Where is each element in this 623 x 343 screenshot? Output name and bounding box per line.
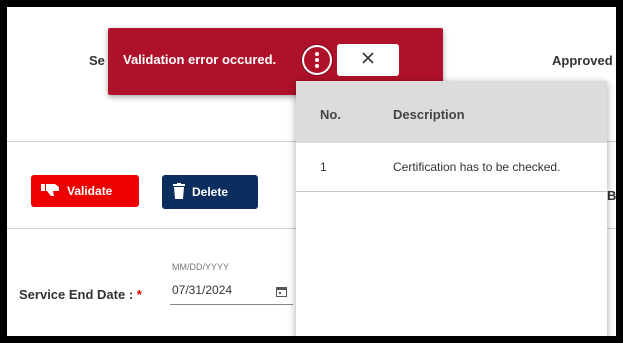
service-end-date-input[interactable]: 07/31/2024 xyxy=(172,283,232,297)
trash-icon xyxy=(172,182,186,202)
validate-button[interactable]: Validate xyxy=(31,175,139,207)
toast-message: Validation error occured. xyxy=(123,52,277,67)
page-frame: Se Approved Validate Delete By Service E… xyxy=(7,7,616,336)
more-vert-icon[interactable] xyxy=(302,45,332,75)
delete-label: Delete xyxy=(192,185,229,199)
thumbs-down-icon xyxy=(41,183,61,200)
required-mark: * xyxy=(136,287,142,302)
header-column-label: Se xyxy=(89,53,105,68)
validate-label: Validate xyxy=(67,184,113,198)
date-field-underline xyxy=(170,304,293,305)
column-header-no: No. xyxy=(320,107,341,122)
table-row-divider xyxy=(296,191,607,192)
header-approved-label: Approved xyxy=(552,53,613,68)
close-icon xyxy=(362,51,374,69)
error-row-number: 1 xyxy=(320,160,327,174)
service-end-date-label: Service End Date : * xyxy=(19,287,142,302)
error-table-header: No. Description xyxy=(296,81,607,143)
error-details-panel: No. Description 1 Certification has to b… xyxy=(296,81,607,336)
date-hint: MM/DD/YYYY xyxy=(172,262,230,272)
column-header-description: Description xyxy=(393,107,465,122)
by-label: By xyxy=(607,188,616,203)
service-end-date-text: Service End Date : xyxy=(19,287,134,302)
delete-button[interactable]: Delete xyxy=(162,175,258,209)
error-row-description: Certification has to be checked. xyxy=(393,160,561,174)
calendar-icon[interactable] xyxy=(276,284,287,297)
close-toast-button[interactable] xyxy=(337,44,399,76)
